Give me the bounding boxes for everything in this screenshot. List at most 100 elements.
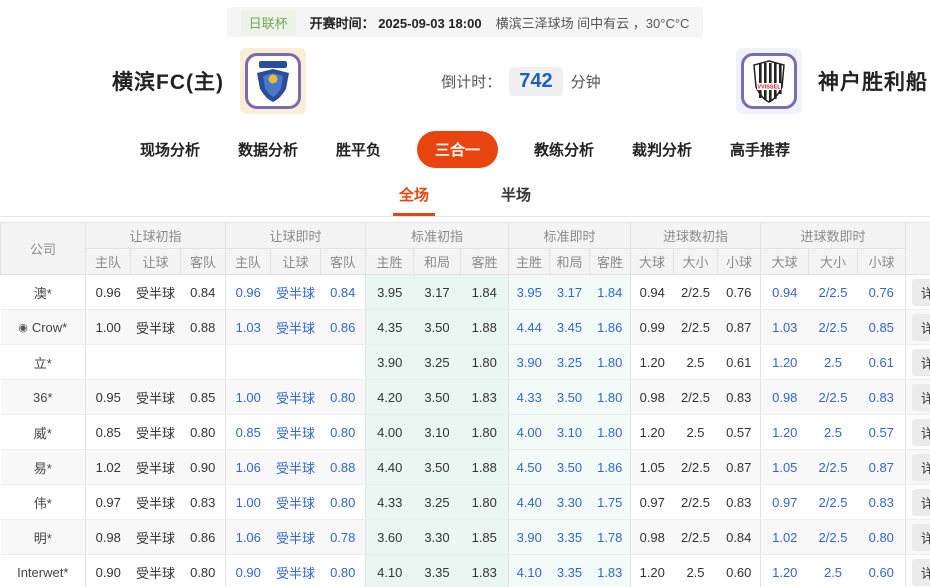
odds-cell-live[interactable]: 受半球 xyxy=(270,309,321,345)
odds-cell-live[interactable]: 1.84 xyxy=(589,274,631,310)
odds-cell-live[interactable]: 2.5 xyxy=(808,554,858,587)
odds-cell-live[interactable]: 2/2.5 xyxy=(808,274,858,310)
odds-cell-live[interactable]: 1.00 xyxy=(225,379,271,415)
odds-cell-live[interactable]: 1.80 xyxy=(589,344,631,380)
odds-cell-live[interactable]: 1.20 xyxy=(760,554,809,587)
odds-cell-live[interactable]: 4.10 xyxy=(508,554,550,587)
odds-cell-live[interactable]: 4.44 xyxy=(508,309,550,345)
odds-cell-live[interactable]: 1.00 xyxy=(225,484,271,520)
odds-cell-live[interactable]: 0.87 xyxy=(857,449,906,485)
detail-button[interactable]: 详 xyxy=(912,348,930,376)
detail-button[interactable]: 详 xyxy=(912,488,930,516)
subtab-全场[interactable]: 全场 xyxy=(392,175,435,216)
odds-cell-live[interactable]: 2/2.5 xyxy=(808,379,858,415)
odds-cell-live[interactable]: 3.35 xyxy=(549,519,590,555)
detail-button[interactable]: 详 xyxy=(912,278,930,306)
odds-cell-live[interactable]: 2/2.5 xyxy=(808,449,858,485)
odds-cell-live[interactable] xyxy=(320,344,366,380)
odds-cell-live[interactable]: 1.03 xyxy=(760,309,809,345)
odds-cell-live[interactable]: 4.50 xyxy=(508,449,550,485)
odds-cell-live[interactable]: 1.02 xyxy=(760,519,809,555)
odds-cell-live[interactable]: 0.60 xyxy=(857,554,906,587)
tab-裁判分析[interactable]: 裁判分析 xyxy=(630,131,694,168)
odds-cell-live[interactable]: 0.80 xyxy=(320,414,366,450)
odds-cell-live[interactable]: 受半球 xyxy=(270,554,321,587)
odds-cell-live[interactable]: 0.85 xyxy=(225,414,271,450)
tab-三合一[interactable]: 三合一 xyxy=(416,130,498,168)
odds-cell-live[interactable]: 1.20 xyxy=(760,414,809,450)
odds-cell-live[interactable]: 3.25 xyxy=(549,344,590,380)
odds-cell-live[interactable]: 0.85 xyxy=(857,309,906,345)
subtab-半场[interactable]: 半场 xyxy=(495,175,537,216)
detail-button[interactable]: 详 xyxy=(912,523,930,551)
odds-cell-live[interactable]: 2.5 xyxy=(808,344,858,380)
detail-button[interactable]: 详 xyxy=(912,453,930,481)
odds-cell-live[interactable]: 1.80 xyxy=(589,379,631,415)
odds-cell-live[interactable]: 3.95 xyxy=(508,274,550,310)
odds-cell-live[interactable]: 1.03 xyxy=(225,309,271,345)
odds-cell-live[interactable]: 3.10 xyxy=(549,414,590,450)
odds-cell-live[interactable]: 1.06 xyxy=(225,519,271,555)
odds-cell-live[interactable]: 4.40 xyxy=(508,484,550,520)
odds-cell-live[interactable]: 受半球 xyxy=(270,519,321,555)
tab-现场分析[interactable]: 现场分析 xyxy=(138,131,202,168)
detail-button[interactable]: 详 xyxy=(912,558,930,586)
odds-cell-live[interactable]: 1.80 xyxy=(589,414,631,450)
odds-cell-live[interactable]: 3.17 xyxy=(549,274,590,310)
odds-cell-live[interactable]: 0.97 xyxy=(760,484,809,520)
odds-cell-live[interactable]: 0.80 xyxy=(320,554,366,587)
tab-高手推荐[interactable]: 高手推荐 xyxy=(728,131,792,168)
odds-cell-live[interactable]: 1.20 xyxy=(760,344,809,380)
odds-cell-live[interactable]: 受半球 xyxy=(270,414,321,450)
odds-cell-live[interactable]: 0.94 xyxy=(760,274,809,310)
odds-cell-live[interactable]: 0.90 xyxy=(225,554,271,587)
odds-cell-live[interactable]: 0.80 xyxy=(857,519,906,555)
odds-cell-live[interactable]: 1.86 xyxy=(589,309,631,345)
sub-header: 客胜 xyxy=(460,248,509,275)
tab-教练分析[interactable]: 教练分析 xyxy=(532,131,596,168)
odds-cell-live[interactable]: 1.78 xyxy=(589,519,631,555)
odds-cell-live[interactable]: 3.30 xyxy=(549,484,590,520)
odds-cell-live[interactable]: 受半球 xyxy=(270,274,321,310)
odds-cell-live[interactable] xyxy=(270,344,321,380)
odds-cell-live[interactable]: 1.83 xyxy=(589,554,631,587)
odds-cell-live[interactable]: 3.35 xyxy=(549,554,590,587)
odds-cell-live[interactable]: 0.57 xyxy=(857,414,906,450)
odds-cell-live[interactable]: 受半球 xyxy=(270,379,321,415)
detail-button[interactable]: 详 xyxy=(912,313,930,341)
odds-cell-live[interactable]: 3.50 xyxy=(549,379,590,415)
detail-button[interactable]: 详 xyxy=(912,383,930,411)
odds-cell-live[interactable]: 1.06 xyxy=(225,449,271,485)
odds-cell-live[interactable]: 4.33 xyxy=(508,379,550,415)
odds-cell-live[interactable] xyxy=(225,344,271,380)
odds-cell-live[interactable]: 2/2.5 xyxy=(808,519,858,555)
tab-胜平负[interactable]: 胜平负 xyxy=(334,131,383,168)
odds-cell-live[interactable]: 0.86 xyxy=(320,309,366,345)
odds-cell-live[interactable]: 2.5 xyxy=(808,414,858,450)
detail-button[interactable]: 详 xyxy=(912,418,930,446)
odds-cell-live[interactable]: 3.90 xyxy=(508,519,550,555)
odds-cell-live[interactable]: 1.75 xyxy=(589,484,631,520)
odds-cell-live[interactable]: 0.96 xyxy=(225,274,271,310)
odds-cell-live[interactable]: 0.78 xyxy=(320,519,366,555)
odds-cell-live[interactable]: 0.83 xyxy=(857,484,906,520)
odds-cell-live[interactable]: 3.50 xyxy=(549,449,590,485)
odds-cell-live[interactable]: 0.83 xyxy=(857,379,906,415)
odds-cell-live[interactable]: 0.80 xyxy=(320,484,366,520)
odds-cell-live[interactable]: 0.80 xyxy=(320,379,366,415)
odds-cell-live[interactable]: 0.98 xyxy=(760,379,809,415)
odds-cell-live[interactable]: 4.00 xyxy=(508,414,550,450)
odds-cell-live[interactable]: 受半球 xyxy=(270,484,321,520)
odds-cell-live[interactable]: 0.61 xyxy=(857,344,906,380)
tab-数据分析[interactable]: 数据分析 xyxy=(236,131,300,168)
odds-cell-live[interactable]: 1.05 xyxy=(760,449,809,485)
odds-cell-live[interactable]: 0.76 xyxy=(857,274,906,310)
odds-cell-live[interactable]: 2/2.5 xyxy=(808,309,858,345)
odds-cell-live[interactable]: 0.88 xyxy=(320,449,366,485)
odds-cell-live[interactable]: 受半球 xyxy=(270,449,321,485)
odds-cell-live[interactable]: 3.90 xyxy=(508,344,550,380)
odds-cell-live[interactable]: 1.86 xyxy=(589,449,631,485)
odds-cell-live[interactable]: 0.84 xyxy=(320,274,366,310)
odds-cell-live[interactable]: 2/2.5 xyxy=(808,484,858,520)
odds-cell-live[interactable]: 3.45 xyxy=(549,309,590,345)
